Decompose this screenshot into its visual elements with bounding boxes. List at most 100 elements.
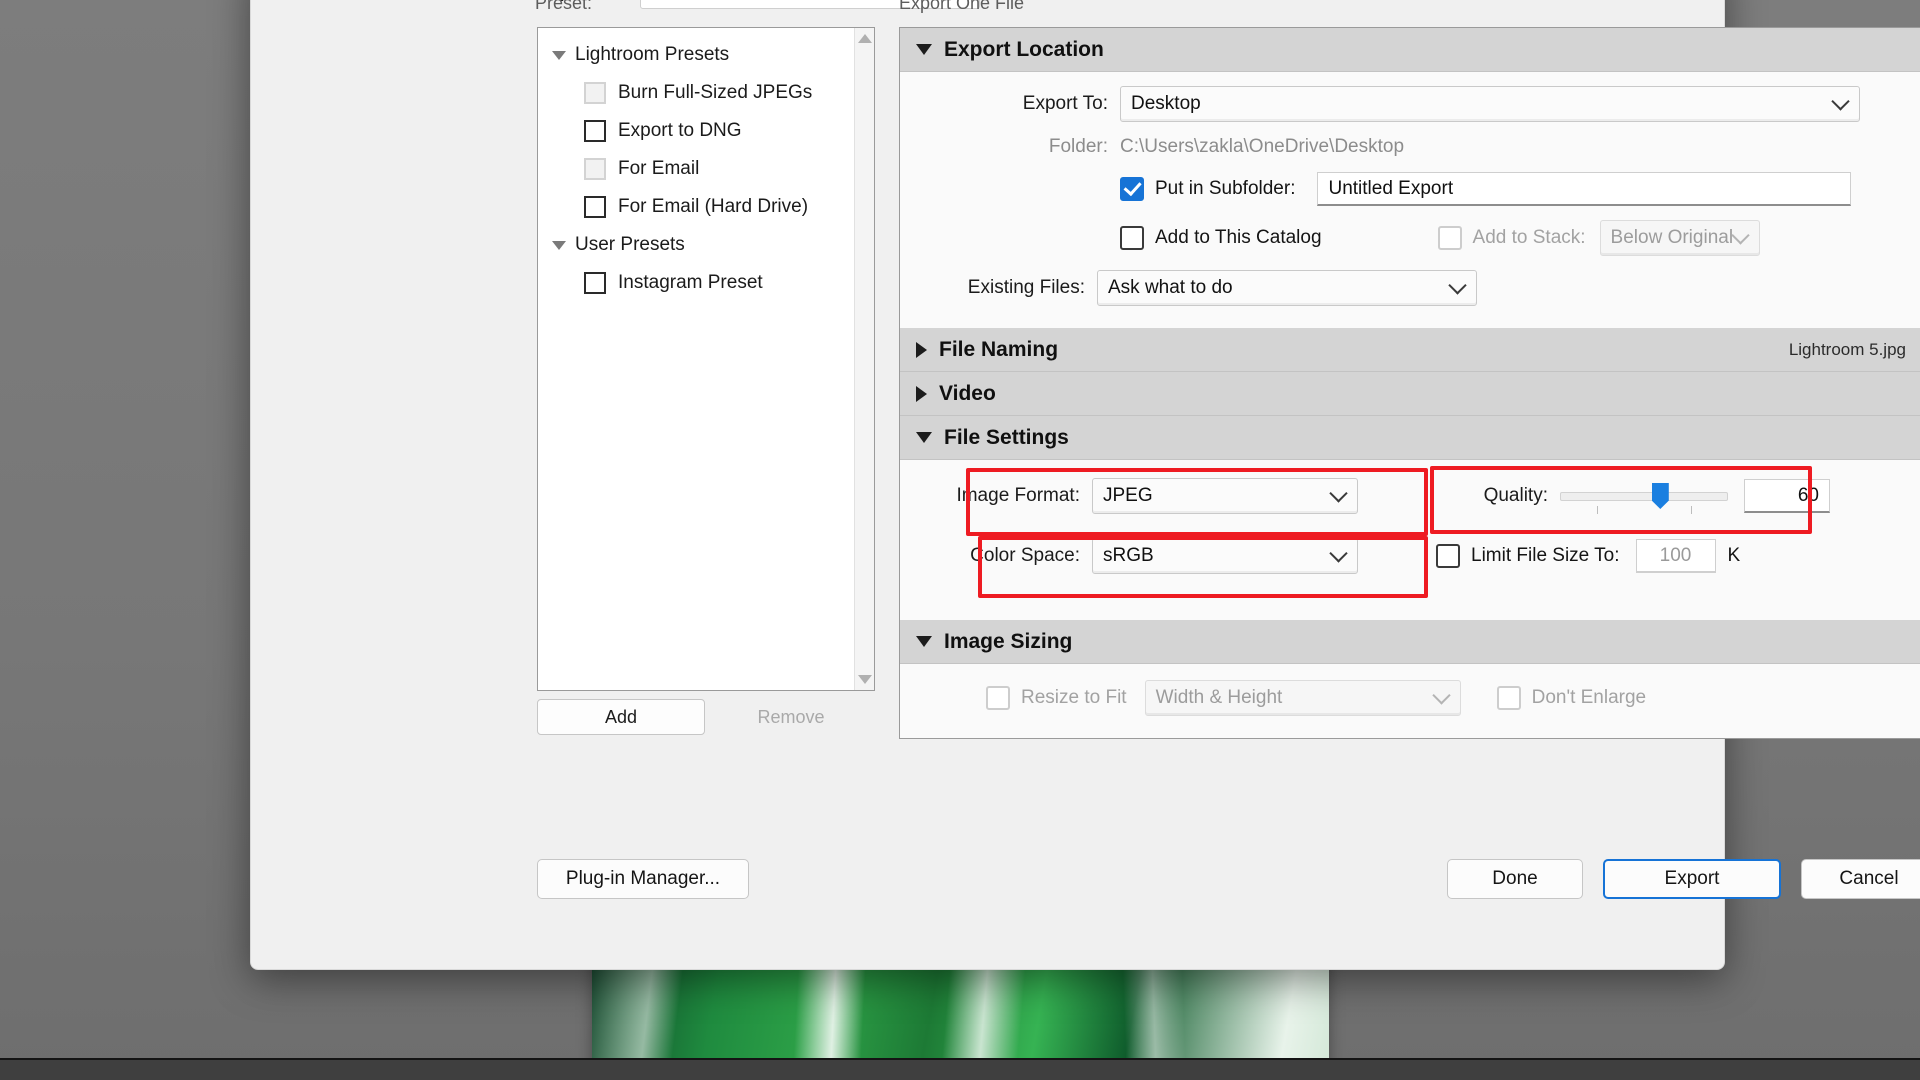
- resize-to-fit-label: Resize to Fit: [1021, 687, 1127, 708]
- section-header-export-location[interactable]: Export Location: [900, 28, 1920, 72]
- limit-file-size-unit: K: [1727, 545, 1741, 566]
- preset-item-export-to-dng[interactable]: Export to DNG: [538, 112, 854, 150]
- preset-item-label: Burn Full-Sized JPEGs: [618, 82, 813, 103]
- section-header-image-sizing[interactable]: Image Sizing: [900, 620, 1920, 664]
- preset-list-scrollbar[interactable]: [854, 28, 874, 690]
- file-naming-preview: Lightroom 5.jpg: [1788, 339, 1906, 359]
- checkbox-icon[interactable]: [584, 196, 606, 218]
- preset-tree[interactable]: Lightroom Presets Burn Full-Sized JPEGs …: [538, 28, 854, 690]
- add-to-catalog-row: Add to This Catalog Add to Stack: Below …: [900, 220, 1920, 256]
- preset-item-label: Instagram Preset: [618, 272, 763, 293]
- resize-to-fit-select: Width & Height: [1144, 680, 1461, 716]
- section-body-image-sizing: Resize to Fit Width & Height Don't Enlar…: [900, 664, 1920, 738]
- preset-item-label: Export to DNG: [618, 120, 742, 141]
- limit-file-size-label: Limit File Size To:: [1471, 545, 1620, 566]
- preset-item-label: For Email (Hard Drive): [618, 196, 809, 217]
- remove-preset-button: Remove: [707, 699, 875, 735]
- export-to-row: Export To: Desktop: [900, 86, 1920, 122]
- preset-group-lightroom-presets[interactable]: Lightroom Presets: [538, 36, 854, 74]
- preset-actions: Add Remove: [537, 699, 875, 735]
- section-title: Video: [939, 381, 996, 405]
- preset-label: Preset:: [535, 0, 593, 13]
- plugin-manager-button[interactable]: Plug-in Manager...: [537, 859, 749, 899]
- resize-to-fit-checkbox[interactable]: [986, 686, 1010, 710]
- done-button[interactable]: Done: [1447, 859, 1583, 899]
- preset-group-user-presets[interactable]: User Presets: [538, 226, 854, 264]
- chevron-down-icon: [552, 240, 566, 250]
- preset-group-label: User Presets: [575, 234, 685, 255]
- color-space-row: Color Space: sRGB Limit File Size To: 10…: [900, 538, 1920, 574]
- add-to-stack-value: Below Original: [1610, 227, 1734, 248]
- folder-label: Folder:: [1048, 136, 1108, 157]
- add-to-this-catalog-checkbox[interactable]: [1120, 226, 1144, 250]
- preset-item-burn-full-sized-jpegs[interactable]: Burn Full-Sized JPEGs: [538, 74, 854, 112]
- section-title: Image Sizing: [944, 629, 1073, 653]
- lightroom-bottom-bar: [0, 1058, 1920, 1080]
- checkbox-icon[interactable]: [584, 272, 606, 294]
- scroll-down-icon[interactable]: [857, 675, 872, 684]
- chevron-down-icon: [916, 44, 932, 55]
- limit-file-size-input[interactable]: 100: [1635, 539, 1716, 573]
- dont-enlarge-checkbox[interactable]: [1496, 686, 1521, 710]
- subfolder-name-input[interactable]: Untitled Export: [1317, 172, 1852, 206]
- section-header-file-naming[interactable]: File Naming Lightroom 5.jpg: [900, 328, 1920, 372]
- section-header-video[interactable]: Video: [900, 372, 1920, 416]
- section-header-file-settings[interactable]: File Settings: [900, 416, 1920, 460]
- existing-files-select[interactable]: Ask what to do: [1097, 270, 1477, 306]
- preset-item-for-email-hard-drive[interactable]: For Email (Hard Drive): [538, 188, 854, 226]
- chevron-down-icon: [916, 432, 932, 443]
- preset-item-label: For Email: [618, 158, 700, 179]
- section-title: File Naming: [939, 337, 1059, 361]
- quality-slider-track[interactable]: [1560, 491, 1728, 501]
- dont-enlarge-label: Don't Enlarge: [1531, 687, 1647, 708]
- image-format-value: JPEG: [1103, 485, 1153, 506]
- checkbox-icon[interactable]: [584, 120, 606, 142]
- add-to-stack-select: Below Original: [1599, 220, 1760, 256]
- color-space-select[interactable]: sRGB: [1092, 538, 1358, 574]
- chevron-down-icon: [1831, 92, 1850, 111]
- add-to-stack-checkbox: [1437, 226, 1462, 250]
- quality-label: Quality:: [1483, 485, 1548, 506]
- add-preset-button[interactable]: Add: [537, 699, 705, 735]
- section-title: File Settings: [944, 425, 1069, 449]
- resize-to-fit-value: Width & Height: [1155, 687, 1283, 708]
- preset-list-panel: Lightroom Presets Burn Full-Sized JPEGs …: [537, 27, 875, 691]
- image-format-label: Image Format:: [956, 485, 1080, 506]
- section-body-export-location: Export To: Desktop Folder: C:\Users\zakl…: [900, 72, 1920, 328]
- preset-item-for-email[interactable]: For Email: [538, 150, 854, 188]
- existing-files-label: Existing Files:: [967, 277, 1085, 298]
- folder-row: Folder: C:\Users\zakla\OneDrive\Desktop: [900, 136, 1920, 158]
- add-to-stack-label: Add to Stack:: [1472, 227, 1586, 248]
- chevron-down-icon: [1448, 276, 1467, 295]
- export-dialog: Export To: Hard Drive Preset: Lightroom …: [250, 0, 1920, 970]
- chevron-down-icon: [1730, 226, 1750, 245]
- export-button[interactable]: Export: [1603, 859, 1781, 899]
- chevron-down-icon: [1329, 544, 1348, 563]
- checkbox-icon[interactable]: [584, 82, 606, 104]
- quality-row: Quality: 60: [1436, 479, 1830, 514]
- export-one-file-title: Export One File: [899, 0, 1025, 13]
- section-title: Export Location: [944, 37, 1104, 61]
- scroll-up-icon[interactable]: [857, 34, 872, 43]
- limit-file-size-row: Limit File Size To: 100 K: [1436, 539, 1740, 573]
- quality-slider[interactable]: [1560, 483, 1728, 514]
- limit-file-size-checkbox[interactable]: [1436, 544, 1460, 568]
- image-format-row: Image Format: JPEG Quality: 60: [900, 478, 1920, 514]
- export-settings-panel: Export Location Export To: Desktop Folde…: [899, 27, 1920, 739]
- checkbox-icon[interactable]: [584, 158, 606, 180]
- export-to-select[interactable]: Desktop: [1120, 86, 1860, 122]
- color-space-label: Color Space:: [970, 545, 1080, 566]
- chevron-right-icon: [916, 385, 927, 402]
- export-to-label: Export To:: [1022, 93, 1108, 114]
- image-format-select[interactable]: JPEG: [1092, 478, 1358, 514]
- chevron-down-icon: [552, 50, 566, 60]
- cancel-button[interactable]: Cancel: [1801, 859, 1920, 899]
- quality-value-input[interactable]: 60: [1744, 479, 1830, 513]
- existing-files-row: Existing Files: Ask what to do: [900, 270, 1920, 306]
- put-in-subfolder-checkbox[interactable]: [1120, 177, 1144, 201]
- resize-to-fit-row: Resize to Fit Width & Height Don't Enlar…: [900, 680, 1920, 716]
- existing-files-value: Ask what to do: [1108, 277, 1233, 298]
- section-body-file-settings: Image Format: JPEG Quality: 60 Color Spa…: [900, 460, 1920, 620]
- folder-path: C:\Users\zakla\OneDrive\Desktop: [1120, 136, 1405, 157]
- preset-item-instagram-preset[interactable]: Instagram Preset: [538, 264, 854, 302]
